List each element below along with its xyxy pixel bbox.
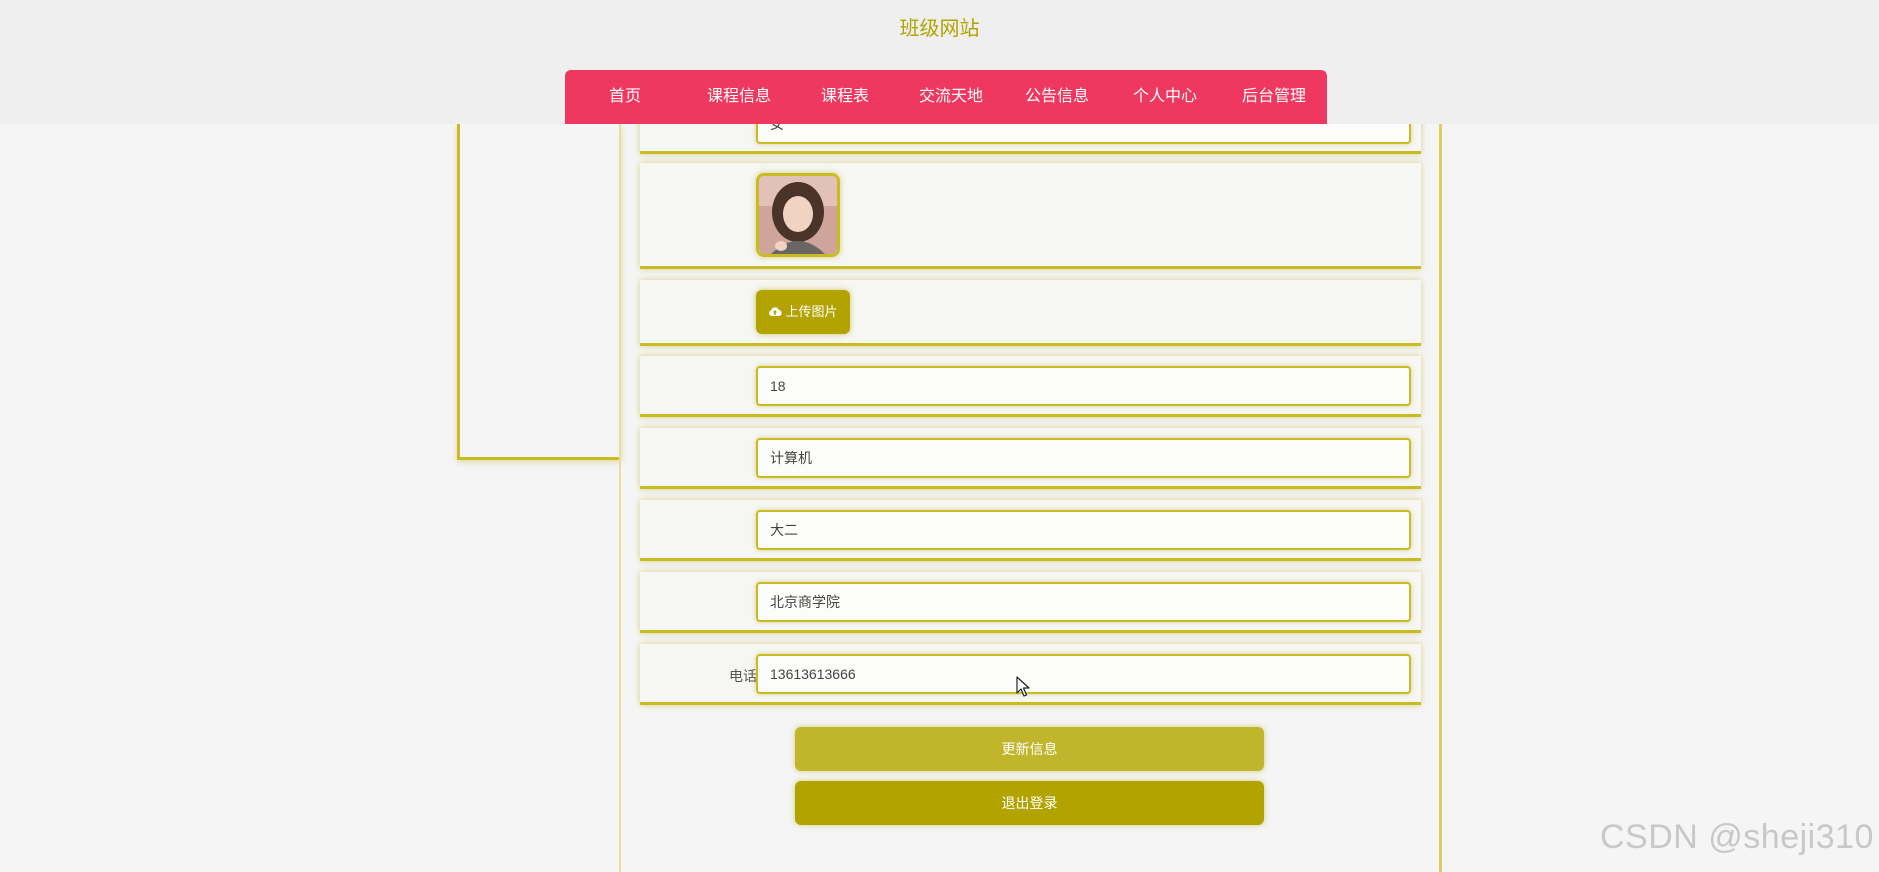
upload-image-button[interactable]: 上传图片 [756, 290, 850, 334]
major-field[interactable]: 计算机 [756, 438, 1411, 478]
nav-item-admin[interactable]: 后台管理 [1221, 70, 1327, 124]
watermark: CSDN @sheji310 [1600, 818, 1874, 856]
upload-label: 上传图片 [785, 304, 838, 319]
update-info-button[interactable]: 更新信息 [795, 727, 1264, 771]
cloud-upload-icon [768, 291, 783, 335]
site-title: 班级网站 [899, 18, 980, 40]
college-field[interactable]: 北京商学院 [756, 582, 1411, 622]
grade-field[interactable]: 大二 [756, 510, 1411, 550]
phone-field[interactable]: 13613613666 [756, 654, 1411, 694]
age-field[interactable]: 18 [756, 366, 1411, 406]
nav-item-course-info[interactable]: 课程信息 [685, 70, 793, 124]
age-row: 年龄 18 [640, 356, 1421, 417]
logout-button[interactable]: 退出登录 [795, 781, 1264, 825]
nav-item-personal-center[interactable]: 个人中心 [1109, 70, 1221, 124]
nav-item-home[interactable]: 首页 [565, 70, 685, 124]
college-row: 学院 北京商学院 [640, 572, 1421, 633]
left-sidebar-panel [457, 124, 621, 460]
major-row: 专业 计算机 [640, 428, 1421, 489]
avatar-image [756, 173, 840, 257]
site-header: 班级网站 首页 课程信息 课程表 交流天地 公告信息 个人中心 后台管理 [0, 0, 1879, 124]
upload-row: 上传图片 [640, 280, 1421, 346]
main-nav: 首页 课程信息 课程表 交流天地 公告信息 个人中心 后台管理 [565, 70, 1327, 124]
mouse-cursor-icon [1016, 676, 1032, 698]
nav-item-announcements[interactable]: 公告信息 [1005, 70, 1109, 124]
avatar-row [640, 163, 1421, 269]
nav-item-forum[interactable]: 交流天地 [897, 70, 1005, 124]
nav-item-timetable[interactable]: 课程表 [793, 70, 897, 124]
grade-row: 年级 大二 [640, 500, 1421, 561]
